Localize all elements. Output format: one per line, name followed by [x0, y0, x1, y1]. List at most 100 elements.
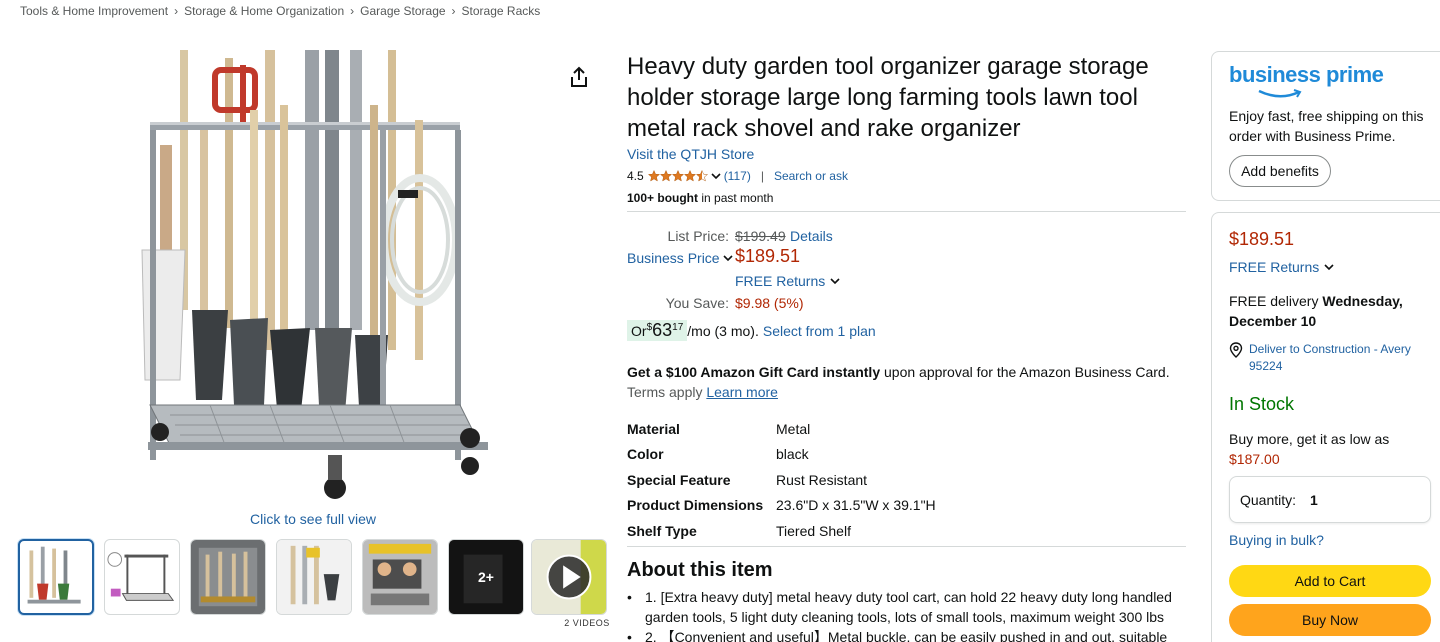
monthly-dollar: $	[646, 322, 653, 333]
spec-key: Shelf Type	[627, 522, 697, 539]
chevron-down-icon	[1324, 264, 1334, 271]
monthly-payment: Or $63 17 /mo (3 mo). Select from 1 plan	[627, 320, 876, 341]
business-price: $189.51	[735, 246, 801, 266]
breadcrumb-item[interactable]: Garage Storage	[360, 4, 445, 18]
spec-value: Metal	[776, 420, 811, 437]
bought-suffix: in past month	[698, 191, 774, 205]
spec-value: Rust Resistant	[776, 471, 868, 488]
chevron-down-icon[interactable]	[710, 170, 722, 182]
select-plan-link[interactable]: Select from 1 plan	[763, 323, 876, 339]
gift-card-rest: upon approval for the Amazon Business Ca…	[880, 364, 1170, 380]
thumbnail-3[interactable]	[190, 539, 266, 615]
spec-row: Material Metal	[627, 416, 1187, 442]
spec-row: Color black	[627, 442, 1187, 468]
star-rating-icon[interactable]	[647, 170, 708, 182]
quantity-selector[interactable]: Quantity: 1	[1229, 476, 1431, 523]
buy-now-button[interactable]: Buy Now	[1229, 604, 1431, 636]
bulk-offer-text: Buy more, get it as low as	[1229, 431, 1390, 447]
buybox-free-returns-label: FREE Returns	[1229, 259, 1320, 275]
thumbnail-5[interactable]	[362, 539, 438, 615]
review-count-link[interactable]: (117)	[724, 169, 751, 183]
delivery-info: FREE delivery Wednesday, December 10	[1229, 291, 1429, 331]
chevron-down-icon	[830, 278, 840, 285]
quantity-label: Quantity:	[1240, 491, 1297, 508]
list-price-label: List Price:	[667, 228, 729, 244]
buy-box: $189.51 FREE Returns FREE delivery Wedne…	[1211, 212, 1440, 642]
spec-table: Material Metal Color black Special Feature…	[627, 416, 1187, 544]
spec-key: Product Dimensions	[627, 497, 764, 514]
monthly-whole: 63	[652, 320, 673, 340]
add-to-cart-button[interactable]: Add to Cart	[1229, 565, 1431, 597]
store-link[interactable]: Visit the QTJH Store	[627, 146, 754, 162]
bulk-offer-price: $187.00	[1229, 451, 1280, 467]
full-view-link[interactable]: Click to see full view	[250, 511, 376, 527]
search-or-ask-link[interactable]: Search or ask	[774, 169, 848, 183]
buybox-free-returns[interactable]: FREE Returns	[1229, 259, 1335, 275]
spec-value: 23.6"D x 31.5"W x 39.1"H	[776, 497, 936, 514]
share-icon[interactable]	[569, 66, 589, 88]
breadcrumb-separator: ›	[174, 4, 179, 18]
monthly-price-highlight: Or $63 17	[627, 320, 688, 341]
business-price-label: Business Price	[627, 250, 720, 266]
about-list: • 1. [Extra heavy duty] metal heavy duty …	[627, 587, 1187, 642]
list-item: • 1. [Extra heavy duty] metal heavy duty …	[627, 587, 1187, 627]
breadcrumb-item[interactable]: Tools & Home Improvement	[20, 4, 168, 18]
rating-row: 4.5 (117) | Search or ask	[627, 169, 848, 183]
thumbnail-1[interactable]	[18, 539, 94, 615]
bulk-offer: Buy more, get it as low as $187.00	[1229, 429, 1434, 469]
thumbnail-4[interactable]	[276, 539, 352, 615]
delivery-prefix: FREE delivery	[1229, 293, 1323, 309]
monthly-cents: 17	[672, 322, 684, 333]
price-details-link[interactable]: Details	[790, 228, 833, 244]
business-prime-box: business prime Enjoy fast, free shipping…	[1211, 51, 1440, 201]
spec-value: black	[776, 446, 809, 463]
spec-value: Tiered Shelf	[776, 522, 851, 539]
you-save-label: You Save:	[665, 295, 729, 311]
terms-apply: Terms apply	[627, 384, 707, 400]
spec-key: Color	[627, 446, 664, 463]
spec-row: Shelf Type Tiered Shelf	[627, 518, 1187, 544]
breadcrumb-separator: ›	[350, 4, 355, 18]
add-benefits-button[interactable]: Add benefits	[1229, 155, 1331, 187]
free-returns-label: FREE Returns	[735, 273, 826, 289]
free-returns-dropdown[interactable]: FREE Returns	[735, 273, 841, 289]
deliver-to-link[interactable]: Deliver to Construction - Avery 95224	[1229, 341, 1434, 375]
about-item-text: 1. [Extra heavy duty] metal heavy duty t…	[645, 589, 1172, 625]
divider	[627, 211, 1186, 212]
smile-arrow-icon	[1258, 89, 1302, 98]
video-thumbnail[interactable]	[531, 539, 607, 615]
spec-row: Product Dimensions 23.6"D x 31.5"W x 39.1…	[627, 493, 1187, 519]
gift-card-offer: Get a $100 Amazon Gift Card instantly up…	[627, 362, 1187, 402]
business-prime-text: Enjoy fast, free shipping on this order …	[1229, 108, 1424, 144]
buybox-price: $189.51	[1229, 229, 1295, 249]
business-prime-logo-text: business prime	[1229, 62, 1384, 87]
more-images-count: 2+	[449, 540, 523, 614]
about-item-text: 2. 【Convenient and useful】Metal buckle, …	[645, 629, 1168, 642]
spec-key: Material	[627, 420, 680, 437]
breadcrumb-item[interactable]: Storage Racks	[462, 4, 541, 18]
thumbnail-6-more[interactable]: 2+	[448, 539, 524, 615]
monthly-prefix: Or	[631, 323, 647, 339]
deliver-to-text: Deliver to Construction - Avery 95224	[1249, 342, 1411, 373]
business-price-dropdown[interactable]: Business Price	[627, 250, 734, 266]
spec-row: Special Feature Rust Resistant	[627, 467, 1187, 493]
you-save-value: $9.98 (5%)	[735, 295, 804, 311]
thumbnail-strip: 2+ 2 VIDEOS	[18, 539, 609, 628]
location-pin-icon	[1229, 342, 1243, 358]
buying-in-bulk-link[interactable]: Buying in bulk?	[1229, 532, 1324, 548]
main-product-image[interactable]	[130, 50, 500, 505]
rating-value: 4.5	[627, 169, 644, 183]
product-title: Heavy duty garden tool organizer garage …	[627, 53, 1149, 142]
gift-card-bold: Get a $100 Amazon Gift Card instantly	[627, 364, 881, 380]
list-price: $199.49	[735, 228, 786, 244]
breadcrumb-item[interactable]: Storage & Home Organization	[184, 4, 344, 18]
bought-count: 100+ bought	[627, 191, 699, 205]
bullet-icon: •	[627, 629, 632, 642]
monthly-suffix: /mo (3 mo).	[687, 323, 759, 339]
divider	[627, 546, 1186, 547]
learn-more-link[interactable]: Learn more	[706, 384, 778, 400]
videos-count-label: 2 VIDEOS	[564, 618, 610, 628]
bullet-icon: •	[627, 589, 632, 605]
thumbnail-2[interactable]	[104, 539, 180, 615]
about-heading: About this item	[627, 559, 773, 581]
